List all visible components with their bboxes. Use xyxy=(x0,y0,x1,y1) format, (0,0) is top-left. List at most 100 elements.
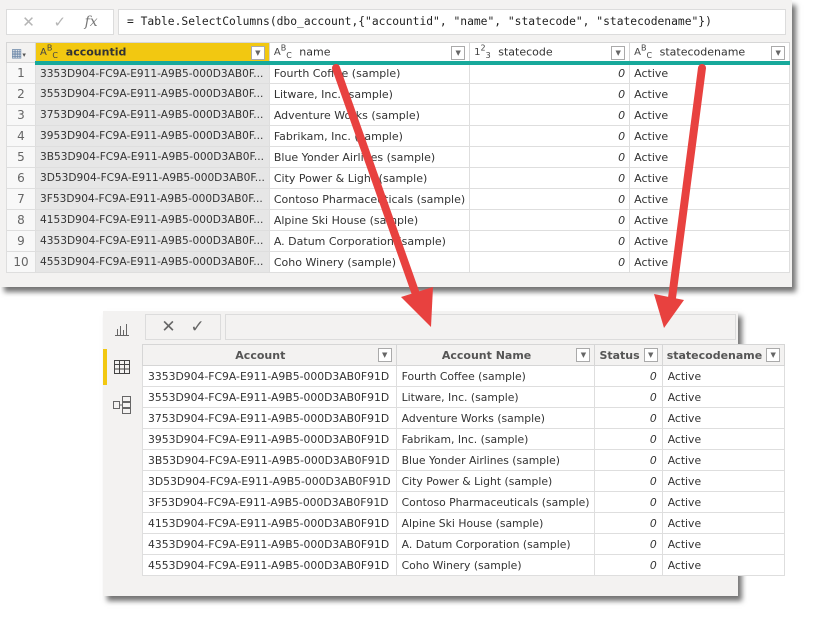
filter-dropdown-icon[interactable]: ▼ xyxy=(771,46,786,60)
cell-account-name[interactable]: City Power & Light (sample) xyxy=(395,470,596,492)
row-number[interactable]: 1 xyxy=(6,62,36,84)
cell-statecodename[interactable]: Active xyxy=(629,188,791,210)
cell-name[interactable]: Fourth Coffee (sample) xyxy=(268,62,471,84)
cell-name[interactable]: City Power & Light (sample) xyxy=(268,167,471,189)
cell-account-name[interactable]: Litware, Inc. (sample) xyxy=(395,386,596,408)
cell-statecode[interactable]: 0 xyxy=(469,188,631,210)
commit-icon[interactable]: ✓ xyxy=(53,13,66,31)
column-header-name[interactable]: ABC name ▼ xyxy=(268,42,471,65)
cell-status[interactable]: 0 xyxy=(594,470,663,492)
cell-statecodename[interactable]: Active xyxy=(629,62,791,84)
filter-dropdown-icon[interactable]: ▼ xyxy=(576,348,591,362)
cell-statecodename[interactable]: Active xyxy=(629,230,791,252)
row-number[interactable]: 3 xyxy=(6,104,36,126)
cell-name[interactable]: Coho Winery (sample) xyxy=(268,251,471,273)
column-header-statecode[interactable]: 123 statecode ▼ xyxy=(469,42,631,65)
cell-statecodename[interactable]: Active xyxy=(629,167,791,189)
row-number[interactable]: 9 xyxy=(6,230,36,252)
cell-accountid[interactable]: 3353D904-FC9A-E911-A9B5-000D3AB0F... xyxy=(35,62,270,84)
cell-statecode[interactable]: 0 xyxy=(469,62,631,84)
cell-status[interactable]: 0 xyxy=(594,512,663,534)
cell-account[interactable]: 3753D904-FC9A-E911-A9B5-000D3AB0F91D xyxy=(142,407,397,429)
cell-statecodename[interactable]: Active xyxy=(661,407,786,429)
cell-account[interactable]: 3B53D904-FC9A-E911-A9B5-000D3AB0F91D xyxy=(142,449,397,471)
cell-statecodename[interactable]: Active xyxy=(661,365,786,387)
data-view-button[interactable] xyxy=(103,349,141,385)
cell-statecodename[interactable]: Active xyxy=(661,470,786,492)
cell-statecodename[interactable]: Active xyxy=(661,512,786,534)
row-number[interactable]: 2 xyxy=(6,83,36,105)
cell-statecode[interactable]: 0 xyxy=(469,83,631,105)
fx-icon[interactable]: fx xyxy=(85,14,98,30)
formula-input[interactable] xyxy=(225,314,736,340)
cell-account[interactable]: 3953D904-FC9A-E911-A9B5-000D3AB0F91D xyxy=(142,428,397,450)
cell-statecodename[interactable]: Active xyxy=(661,386,786,408)
cell-statecodename[interactable]: Active xyxy=(661,449,786,471)
cell-statecode[interactable]: 0 xyxy=(469,125,631,147)
cell-accountid[interactable]: 3F53D904-FC9A-E911-A9B5-000D3AB0F... xyxy=(35,188,270,210)
cell-name[interactable]: Blue Yonder Airlines (sample) xyxy=(268,146,471,168)
cell-status[interactable]: 0 xyxy=(594,491,663,513)
cell-statecode[interactable]: 0 xyxy=(469,146,631,168)
column-header-accountid[interactable]: ABC accountid ▼ xyxy=(35,42,270,65)
cell-statecodename[interactable]: Active xyxy=(629,104,791,126)
column-header-statecodename[interactable]: ABC statecodename ▼ xyxy=(629,42,791,65)
filter-dropdown-icon[interactable]: ▼ xyxy=(377,348,392,362)
column-header-statecodename[interactable]: statecodename ▼ xyxy=(661,344,786,366)
cell-statecodename[interactable]: Active xyxy=(661,428,786,450)
cell-accountid[interactable]: 3553D904-FC9A-E911-A9B5-000D3AB0F... xyxy=(35,83,270,105)
cell-statecodename[interactable]: Active xyxy=(661,554,786,576)
row-number[interactable]: 10 xyxy=(6,251,36,273)
filter-dropdown-icon[interactable]: ▼ xyxy=(611,46,626,60)
cell-status[interactable]: 0 xyxy=(594,554,663,576)
row-number[interactable]: 5 xyxy=(6,146,36,168)
cell-statecodename[interactable]: Active xyxy=(661,491,786,513)
cell-accountid[interactable]: 4153D904-FC9A-E911-A9B5-000D3AB0F... xyxy=(35,209,270,231)
cancel-icon[interactable]: ✕ xyxy=(161,317,175,337)
cell-status[interactable]: 0 xyxy=(594,386,663,408)
cell-statecode[interactable]: 0 xyxy=(469,167,631,189)
cell-account[interactable]: 4353D904-FC9A-E911-A9B5-000D3AB0F91D xyxy=(142,533,397,555)
cell-account-name[interactable]: Fabrikam, Inc. (sample) xyxy=(395,428,596,450)
cell-statecode[interactable]: 0 xyxy=(469,209,631,231)
cell-status[interactable]: 0 xyxy=(594,533,663,555)
column-header-account-name[interactable]: Account Name ▼ xyxy=(395,344,596,366)
cell-account-name[interactable]: Fourth Coffee (sample) xyxy=(395,365,596,387)
cell-statecodename[interactable]: Active xyxy=(629,146,791,168)
cell-name[interactable]: Litware, Inc. (sample) xyxy=(268,83,471,105)
filter-dropdown-icon[interactable]: ▼ xyxy=(766,348,781,362)
cell-statecode[interactable]: 0 xyxy=(469,251,631,273)
cell-accountid[interactable]: 3753D904-FC9A-E911-A9B5-000D3AB0F... xyxy=(35,104,270,126)
cancel-icon[interactable]: ✕ xyxy=(22,13,35,31)
cell-statecodename[interactable]: Active xyxy=(629,251,791,273)
cell-accountid[interactable]: 3B53D904-FC9A-E911-A9B5-000D3AB0F... xyxy=(35,146,270,168)
cell-account[interactable]: 4553D904-FC9A-E911-A9B5-000D3AB0F91D xyxy=(142,554,397,576)
formula-input[interactable]: = Table.SelectColumns(dbo_account,{"acco… xyxy=(118,9,786,35)
cell-account[interactable]: 4153D904-FC9A-E911-A9B5-000D3AB0F91D xyxy=(142,512,397,534)
filter-dropdown-icon[interactable]: ▼ xyxy=(250,46,265,60)
column-header-account[interactable]: Account ▼ xyxy=(142,344,397,366)
cell-name[interactable]: Fabrikam, Inc. (sample) xyxy=(268,125,471,147)
row-number[interactable]: 6 xyxy=(6,167,36,189)
filter-dropdown-icon[interactable]: ▼ xyxy=(643,348,658,362)
cell-account[interactable]: 3D53D904-FC9A-E911-A9B5-000D3AB0F91D xyxy=(142,470,397,492)
cell-statecodename[interactable]: Active xyxy=(661,533,786,555)
cell-account-name[interactable]: A. Datum Corporation (sample) xyxy=(395,533,596,555)
model-view-button[interactable] xyxy=(103,387,141,423)
cell-statecodename[interactable]: Active xyxy=(629,83,791,105)
filter-dropdown-icon[interactable]: ▼ xyxy=(451,46,466,60)
cell-statecode[interactable]: 0 xyxy=(469,230,631,252)
cell-status[interactable]: 0 xyxy=(594,428,663,450)
cell-accountid[interactable]: 3953D904-FC9A-E911-A9B5-000D3AB0F... xyxy=(35,125,270,147)
cell-accountid[interactable]: 4353D904-FC9A-E911-A9B5-000D3AB0F... xyxy=(35,230,270,252)
cell-account-name[interactable]: Blue Yonder Airlines (sample) xyxy=(395,449,596,471)
cell-statecode[interactable]: 0 xyxy=(469,104,631,126)
cell-name[interactable]: A. Datum Corporation (sample) xyxy=(268,230,471,252)
row-number[interactable]: 4 xyxy=(6,125,36,147)
cell-account-name[interactable]: Adventure Works (sample) xyxy=(395,407,596,429)
cell-accountid[interactable]: 4553D904-FC9A-E911-A9B5-000D3AB0F... xyxy=(35,251,270,273)
row-number[interactable]: 7 xyxy=(6,188,36,210)
commit-icon[interactable]: ✓ xyxy=(190,317,204,337)
cell-account[interactable]: 3553D904-FC9A-E911-A9B5-000D3AB0F91D xyxy=(142,386,397,408)
cell-accountid[interactable]: 3D53D904-FC9A-E911-A9B5-000D3AB0F... xyxy=(35,167,270,189)
